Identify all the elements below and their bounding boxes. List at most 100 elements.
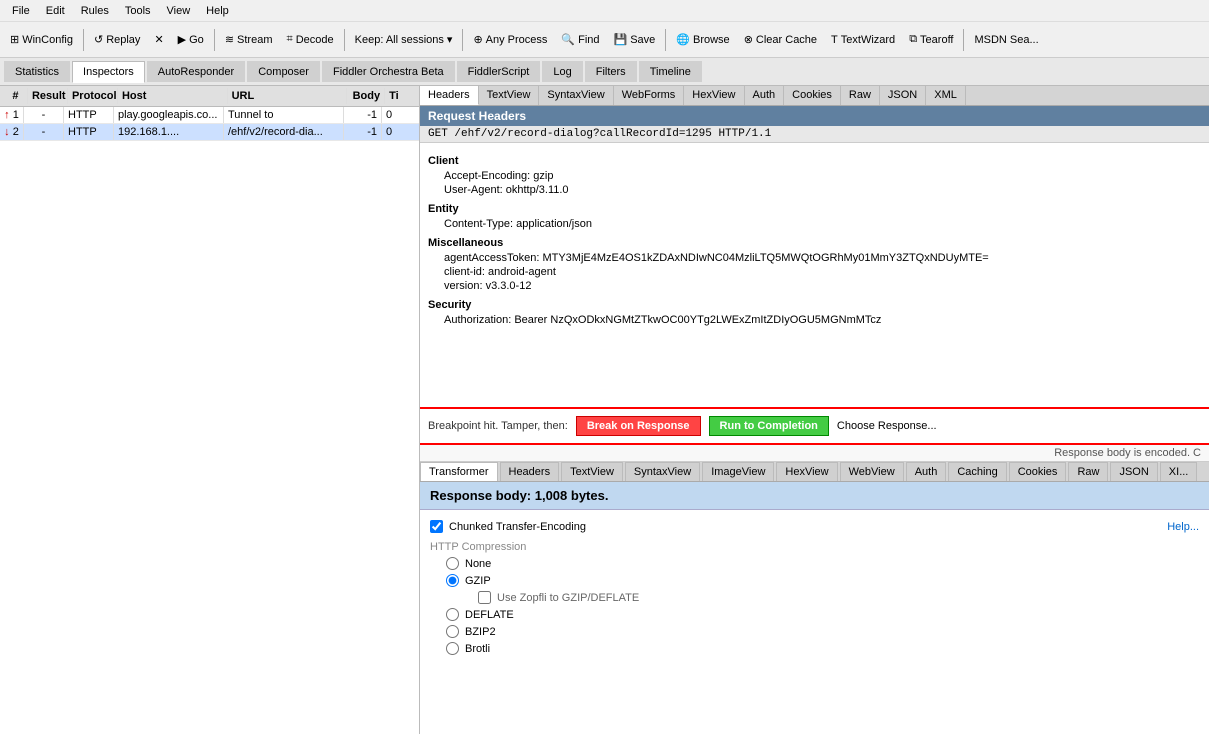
tab-inspectors[interactable]: Inspectors <box>72 61 145 83</box>
inspector-tab-xml[interactable]: XML <box>926 86 966 105</box>
response-content: Chunked Transfer-Encoding Help... HTTP C… <box>420 510 1209 665</box>
tearoff-button[interactable]: ⧉ Tearoff <box>903 31 959 48</box>
inspector-tab-auth[interactable]: Auth <box>745 86 785 105</box>
inspector-tab-raw[interactable]: Raw <box>841 86 880 105</box>
col-header-host: Host <box>118 88 228 104</box>
sep4 <box>462 29 463 51</box>
top-tab-bar: Statistics Inspectors AutoResponder Comp… <box>0 58 1209 86</box>
row1-protocol: HTTP <box>64 107 114 123</box>
msdn-button[interactable]: MSDN Sea... <box>968 32 1044 48</box>
tab-log[interactable]: Log <box>542 61 582 82</box>
menu-rules[interactable]: Rules <box>73 3 117 19</box>
inspector-tab-hexview[interactable]: HexView <box>684 86 744 105</box>
tab-fiddler-orchestra[interactable]: Fiddler Orchestra Beta <box>322 61 455 82</box>
browse-icon: 🌐 <box>676 33 690 46</box>
keep-sessions-button[interactable]: Keep: All sessions ▾ <box>349 31 459 48</box>
main-layout: # Result Protocol Host URL Body Ti ↑ 1 -… <box>0 86 1209 734</box>
menu-help[interactable]: Help <box>198 3 237 19</box>
menu-view[interactable]: View <box>159 3 199 19</box>
text-wizard-button[interactable]: T TextWizard <box>825 32 901 48</box>
replay-button[interactable]: ↺ Replay <box>88 31 146 48</box>
request-headers-body: Client Accept-Encoding: gzip User-Agent:… <box>420 143 1209 407</box>
resp-tab-caching[interactable]: Caching <box>948 462 1006 481</box>
label-deflate: DEFLATE <box>465 609 514 621</box>
resp-tab-json[interactable]: JSON <box>1110 462 1157 481</box>
resp-tab-webview[interactable]: WebView <box>840 462 904 481</box>
chunked-checkbox[interactable] <box>430 520 443 533</box>
x-button[interactable]: ✕ <box>148 31 169 48</box>
menu-bar: File Edit Rules Tools View Help <box>0 0 1209 22</box>
menu-tools[interactable]: Tools <box>117 3 159 19</box>
breakpoint-label: Breakpoint hit. Tamper, then: <box>428 420 568 432</box>
section-security: Security <box>428 299 1201 311</box>
resp-tab-hexview[interactable]: HexView <box>776 462 837 481</box>
resp-tab-xml[interactable]: XI... <box>1160 462 1198 481</box>
run-to-completion-button[interactable]: Run to Completion <box>709 416 829 436</box>
tearoff-icon: ⧉ <box>909 33 917 46</box>
tab-filters[interactable]: Filters <box>585 61 637 82</box>
col-header-ti: Ti <box>385 88 415 104</box>
inspector-tab-textview[interactable]: TextView <box>479 86 540 105</box>
stream-button[interactable]: ≋ Stream <box>219 31 279 48</box>
break-on-response-button[interactable]: Break on Response <box>576 416 701 436</box>
any-process-button[interactable]: ⊕ Any Process <box>467 31 553 48</box>
menu-file[interactable]: File <box>4 3 38 19</box>
inspector-tab-headers[interactable]: Headers <box>420 86 479 105</box>
winconfig-button[interactable]: ⊞ WinConfig <box>4 31 79 48</box>
tab-autoresponder[interactable]: AutoResponder <box>147 61 245 82</box>
response-body-title: Response body: 1,008 bytes. <box>420 482 1209 510</box>
table-header: # Result Protocol Host URL Body Ti <box>0 86 419 107</box>
session-list-pane: # Result Protocol Host URL Body Ti ↑ 1 -… <box>0 86 420 734</box>
col-header-body: Body <box>347 88 385 104</box>
clear-cache-button[interactable]: ⊗ Clear Cache <box>738 31 823 48</box>
breakpoint-bar: Breakpoint hit. Tamper, then: Break on R… <box>420 407 1209 445</box>
radio-deflate[interactable] <box>446 608 459 621</box>
resp-tab-syntaxview[interactable]: SyntaxView <box>625 462 700 481</box>
stream-icon: ≋ <box>225 33 234 46</box>
find-icon: 🔍 <box>561 33 575 46</box>
radio-brotli[interactable] <box>446 642 459 655</box>
zopfli-label: Use Zopfli to GZIP/DEFLATE <box>497 592 639 604</box>
tab-statistics[interactable]: Statistics <box>4 61 70 82</box>
go-icon: ▶ <box>178 33 186 46</box>
label-none: None <box>465 558 491 570</box>
resp-tab-auth[interactable]: Auth <box>906 462 947 481</box>
text-wizard-icon: T <box>831 34 838 46</box>
table-row[interactable]: ↑ 1 - HTTP play.googleapis.co... Tunnel … <box>0 107 419 124</box>
resp-tab-imageview[interactable]: ImageView <box>702 462 774 481</box>
decode-button[interactable]: ⌗ Decode <box>281 31 340 48</box>
go-button[interactable]: ▶ Go <box>172 31 210 48</box>
tab-fiddlerscript[interactable]: FiddlerScript <box>457 61 541 82</box>
resp-tab-textview[interactable]: TextView <box>561 462 623 481</box>
row1-ti: 0 <box>382 107 412 123</box>
inspector-tab-json[interactable]: JSON <box>880 86 926 105</box>
resp-tab-headers[interactable]: Headers <box>500 462 560 481</box>
zopfli-checkbox[interactable] <box>478 591 491 604</box>
row2-host: 192.168.1.... <box>114 124 224 140</box>
inspector-tab-webforms[interactable]: WebForms <box>614 86 685 105</box>
table-row[interactable]: ↓ 2 - HTTP 192.168.1.... /ehf/v2/record-… <box>0 124 419 141</box>
radio-gzip[interactable] <box>446 574 459 587</box>
replay-icon: ↺ <box>94 33 103 46</box>
col-header-result: Result <box>28 88 68 104</box>
tab-timeline[interactable]: Timeline <box>639 61 702 82</box>
toolbar: ⊞ WinConfig ↺ Replay ✕ ▶ Go ≋ Stream ⌗ D… <box>0 22 1209 58</box>
tab-composer[interactable]: Composer <box>247 61 320 82</box>
radio-none[interactable] <box>446 557 459 570</box>
resp-tab-cookies[interactable]: Cookies <box>1009 462 1067 481</box>
row2-body: -1 <box>344 124 382 140</box>
choose-response-button[interactable]: Choose Response... <box>837 420 937 432</box>
resp-tab-raw[interactable]: Raw <box>1068 462 1108 481</box>
process-icon: ⊕ <box>473 33 482 46</box>
winconfig-icon: ⊞ <box>10 33 19 46</box>
browse-button[interactable]: 🌐 Browse <box>670 31 735 48</box>
inspector-tab-syntaxview[interactable]: SyntaxView <box>539 86 613 105</box>
resp-tab-transformer[interactable]: Transformer <box>420 462 498 481</box>
menu-edit[interactable]: Edit <box>38 3 73 19</box>
radio-bzip2[interactable] <box>446 625 459 638</box>
help-link[interactable]: Help... <box>1167 521 1199 533</box>
row1-url: Tunnel to <box>224 107 344 123</box>
inspector-tab-cookies[interactable]: Cookies <box>784 86 841 105</box>
find-button[interactable]: 🔍 Find <box>555 31 605 48</box>
save-button[interactable]: 💾 Save <box>608 31 662 48</box>
